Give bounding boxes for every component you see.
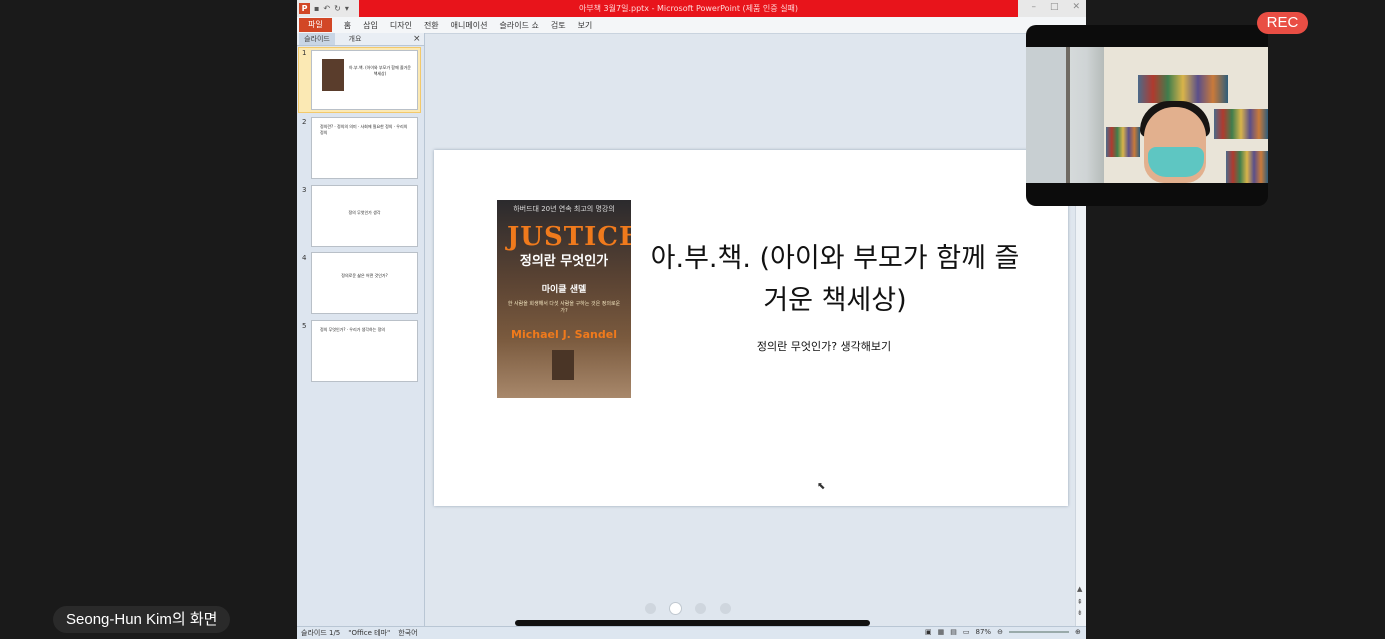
page-dot[interactable] xyxy=(695,603,706,614)
tab-file[interactable]: 파일 xyxy=(299,18,332,32)
person-mask xyxy=(1148,147,1204,177)
reading-view-icon[interactable]: ▤ xyxy=(950,628,957,636)
thumbnail-text: 정의 무엇인가? · 우리가 생각하는 정의 xyxy=(320,327,385,332)
redo-icon[interactable]: ↻ xyxy=(334,4,341,13)
shelf-books-1 xyxy=(1138,75,1228,103)
slide-thumbnail-4[interactable]: 정의로운 삶은 어떤 것인가? xyxy=(311,252,418,314)
window-title: 아부책 3월7일.pptx - Microsoft PowerPoint (제품… xyxy=(578,4,799,13)
sorter-view-icon[interactable]: ▦ xyxy=(938,628,945,636)
theme-name: "Office 테마" xyxy=(348,629,391,637)
zoom-in-icon[interactable]: ⊕ xyxy=(1075,628,1081,636)
tab-design[interactable]: 디자인 xyxy=(384,20,418,31)
slide-thumbnail-2[interactable]: 정의란? · 정의의 의미 · 사회에 필요한 정의 · 우리의 정의 xyxy=(311,117,418,179)
slide-title[interactable]: 아.부.책. (아이와 부모가 함께 즐거운 책세상) xyxy=(644,238,1026,322)
mouse-cursor-icon: ⬉ xyxy=(817,481,826,492)
status-right: ▣ ▦ ▤ ▭ 87% ⊖ ⊕ ⊠ xyxy=(925,628,1086,636)
tab-home[interactable]: 홈 xyxy=(338,20,357,31)
tab-review[interactable]: 검토 xyxy=(545,20,572,31)
tab-view[interactable]: 보기 xyxy=(572,20,599,31)
shelf-books-2 xyxy=(1214,109,1268,139)
book-cover-top-text: 하버드대 20년 연속 최고의 명강의 xyxy=(513,205,615,213)
close-icon[interactable]: ✕ xyxy=(1072,2,1080,12)
window-frame xyxy=(1026,47,1070,183)
zoom-level[interactable]: 87% xyxy=(976,628,992,636)
thumbnail-number: 2 xyxy=(302,118,307,126)
home-indicator[interactable] xyxy=(515,620,870,626)
panel-tabs: 슬라이드 개요 × xyxy=(297,33,424,46)
recording-badge: REC xyxy=(1257,12,1308,34)
ribbon-tabs: 파일 홈 삽입 디자인 전환 애니메이션 슬라이드 쇼 검토 보기 xyxy=(297,17,1086,34)
thumbnail-number: 3 xyxy=(302,186,307,194)
thumbnail-number: 4 xyxy=(302,254,307,262)
next-slide-icon[interactable]: ⇟ xyxy=(1077,609,1083,617)
book-cover-blurb: 한 사람을 희생해서 다섯 사람을 구하는 것은 정의로운가? xyxy=(507,301,621,314)
zoom-out-icon[interactable]: ⊖ xyxy=(997,628,1003,636)
slide-thumbnail-1[interactable]: 아.부.책. (아이와 부모가 함께 즐거운 책세상) xyxy=(311,50,418,110)
powerpoint-logo-icon: P xyxy=(299,3,310,14)
book-cover-brand: JUSTICE xyxy=(507,222,631,252)
shelf-books-4 xyxy=(1226,151,1268,183)
window-controls: – □ ✕ xyxy=(1031,2,1080,12)
previous-slide-icon[interactable]: ⇞ xyxy=(1077,598,1083,606)
status-bar: 슬라이드 1/5 "Office 테마" 한국어 ▣ ▦ ▤ ▭ 87% ⊖ ⊕… xyxy=(297,626,1086,639)
book-cover-podium xyxy=(552,350,574,380)
tab-slides[interactable]: 슬라이드 xyxy=(299,33,335,45)
title-bar: 아부책 3월7일.pptx - Microsoft PowerPoint (제품… xyxy=(297,0,1086,17)
slideshow-view-icon[interactable]: ▭ xyxy=(963,628,970,636)
save-icon[interactable]: ▪ xyxy=(314,4,319,13)
slide-thumbnail-5[interactable]: 정의 무엇인가? · 우리가 생각하는 정의 xyxy=(311,320,418,382)
language-indicator[interactable]: 한국어 xyxy=(398,628,417,638)
slide-canvas[interactable]: 하버드대 20년 연속 최고의 명강의 JUSTICE 정의란 무엇인가 마이클… xyxy=(434,150,1068,506)
powerpoint-window: 아부책 3월7일.pptx - Microsoft PowerPoint (제품… xyxy=(297,0,1086,639)
presenter-label: Seong-Hun Kim의 화면 xyxy=(53,606,231,633)
tab-slideshow[interactable]: 슬라이드 쇼 xyxy=(493,20,544,31)
panel-close-icon[interactable]: × xyxy=(413,33,421,45)
customize-qat-icon[interactable]: ▾ xyxy=(345,4,349,13)
shelf-books-3 xyxy=(1106,127,1140,157)
page-dot-active[interactable] xyxy=(670,603,681,614)
thumbnail-book-image xyxy=(322,59,344,91)
minimize-icon[interactable]: – xyxy=(1031,2,1036,12)
book-cover-author-en: Michael J. Sandel xyxy=(511,328,617,341)
thumbnail-number: 1 xyxy=(302,49,307,57)
zoom-slider[interactable] xyxy=(1008,631,1069,633)
tab-transitions[interactable]: 전환 xyxy=(418,20,445,31)
page-dot[interactable] xyxy=(720,603,731,614)
slide-subtitle[interactable]: 정의란 무엇인가? 생각해보기 xyxy=(694,338,954,354)
book-cover-title: 정의란 무엇인가 xyxy=(519,254,609,269)
normal-view-icon[interactable]: ▣ xyxy=(925,628,932,636)
thumbnail-text: 정의로운 삶은 어떤 것인가? xyxy=(341,273,388,278)
book-cover-author: 마이클 샌델 xyxy=(541,285,587,295)
slide-counter: 슬라이드 1/5 xyxy=(301,629,341,637)
tab-animations[interactable]: 애니메이션 xyxy=(445,20,494,31)
slide-thumbnail-3[interactable]: 정의 무엇인가 생각 xyxy=(311,185,418,247)
page-indicator xyxy=(645,603,731,614)
webcam-feed xyxy=(1026,47,1268,183)
scroll-up-icon[interactable]: ▲ xyxy=(1077,585,1082,593)
slides-panel: 슬라이드 개요 × 1 아.부.책. (아이와 부모가 함께 즐거운 책세상) … xyxy=(297,33,425,626)
status-left: 슬라이드 1/5 "Office 테마" 한국어 xyxy=(301,628,418,638)
quick-access-toolbar: P ▪ ↶ ↻ ▾ xyxy=(299,2,349,15)
thumbnail-text: 아.부.책. (아이와 부모가 함께 즐거운 책세상) xyxy=(349,65,411,76)
tab-outline[interactable]: 개요 xyxy=(337,33,373,45)
page-dot[interactable] xyxy=(645,603,656,614)
book-cover-image: 하버드대 20년 연속 최고의 명강의 JUSTICE 정의란 무엇인가 마이클… xyxy=(497,200,631,398)
thumbnail-number: 5 xyxy=(302,322,307,330)
thumbnail-text: 정의란? · 정의의 의미 · 사회에 필요한 정의 · 우리의 정의 xyxy=(320,124,408,135)
tab-insert[interactable]: 삽입 xyxy=(357,20,384,31)
webcam-video[interactable] xyxy=(1026,25,1268,206)
thumbnail-text: 정의 무엇인가 생각 xyxy=(348,210,381,215)
maximize-icon[interactable]: □ xyxy=(1050,2,1059,12)
undo-icon[interactable]: ↶ xyxy=(323,4,330,13)
